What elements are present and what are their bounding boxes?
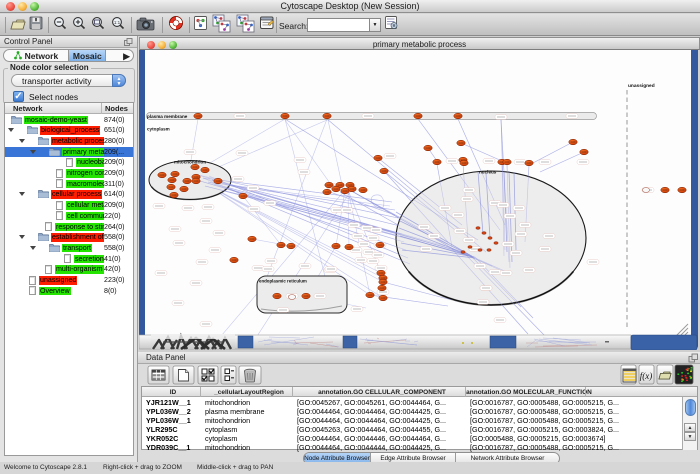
svg-text:endoplasmic reticulum: endoplasmic reticulum (259, 279, 307, 284)
svg-text:unassigned: unassigned (628, 83, 655, 89)
svg-text:plasma membrane: plasma membrane (147, 114, 188, 119)
svg-text:1:1: 1:1 (114, 20, 121, 25)
svg-text:cytoplasm: cytoplasm (147, 127, 170, 132)
svg-text:nucleus: nucleus (479, 170, 497, 175)
svg-text:f(x): f(x) (640, 371, 653, 381)
svg-text:mitochondrion: mitochondrion (174, 160, 206, 165)
